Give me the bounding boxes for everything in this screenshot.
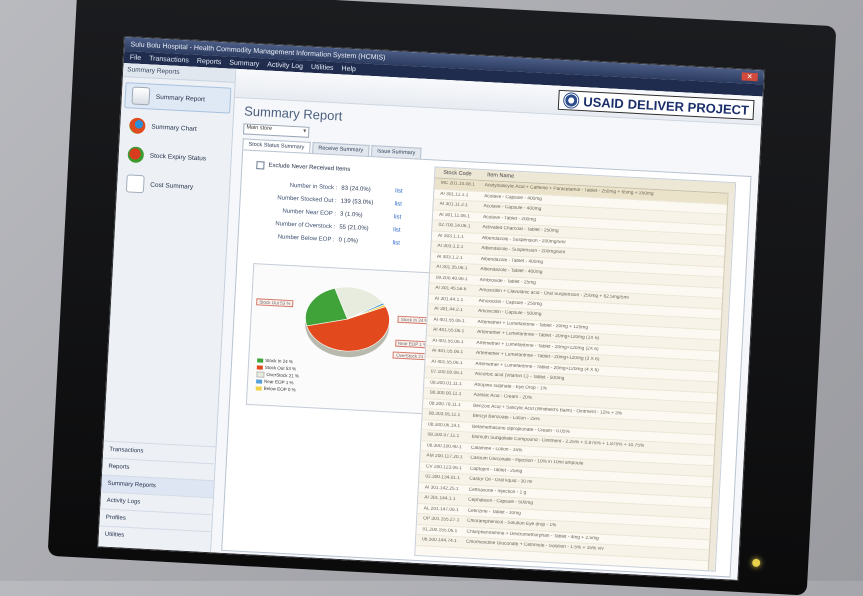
- nav-stock-expiry-label: Stock Expiry Status: [149, 152, 207, 162]
- nav-summary-chart[interactable]: Summary Chart: [123, 113, 230, 143]
- stock-code-cell: 08.303.05.11.1: [428, 411, 461, 419]
- stock-code-cell: 02.300.134.01.1: [425, 474, 461, 482]
- nav-stock-expiry[interactable]: Stock Expiry Status: [121, 142, 228, 172]
- usaid-text: USAID: [583, 93, 625, 111]
- main-content: USAID DELIVER PROJECT Summary Report Mai…: [211, 68, 763, 580]
- legend-item: Below EOP 0 %: [255, 384, 299, 393]
- cost-icon: [125, 174, 145, 194]
- col-item-name[interactable]: Item Name: [487, 172, 514, 179]
- pie-chart: [305, 286, 390, 358]
- usaid-seal-icon: [563, 92, 580, 109]
- legend-label: Below EOP 0 %: [263, 385, 296, 393]
- stock-status-panel: Exclude Never Received Items Number in S…: [221, 149, 752, 578]
- exclude-never-received[interactable]: Exclude Never Received Items: [256, 161, 350, 174]
- stock-code-cell: AI 303.1.2.1: [437, 243, 464, 251]
- menu-transactions[interactable]: Transactions: [149, 55, 189, 64]
- stat-label: Number Below EOP :: [277, 233, 335, 243]
- grid-rows: MC 201.10.08.1 Acetylsalicylic Acid + Caf…: [415, 178, 735, 562]
- stat-label: Number Stocked Out :: [277, 194, 337, 204]
- stat-value: 55 (21.0%): [339, 224, 369, 232]
- stat-list-link[interactable]: list: [394, 214, 402, 220]
- expiry-icon: [127, 146, 145, 164]
- pie-chart-box: Stock Out 53 % Stock In 24 % Near EOP 1 …: [245, 263, 440, 415]
- stock-code-cell: CV 200.123.06.1: [425, 464, 462, 472]
- stock-code-cell: AI 301.35.06.1: [436, 264, 468, 272]
- nav-summary-report-label: Summary Report: [155, 93, 206, 103]
- store-select[interactable]: Main store: [243, 123, 310, 138]
- stat-value: 3 (1.0%): [339, 211, 363, 219]
- stock-code-cell: AI 301.45.58.6: [435, 285, 467, 293]
- stat-label: Number Near EOP :: [282, 208, 337, 217]
- nav-cost-summary-label: Cost Summary: [150, 181, 194, 191]
- stock-code-cell: 08.300.144.74.1: [421, 537, 457, 545]
- stock-code-cell: AI 401.55.06.1: [432, 338, 464, 345]
- stat-list-link[interactable]: list: [392, 240, 400, 246]
- page-title: Summary Report: [243, 103, 343, 124]
- menu-activity-log[interactable]: Activity Log: [267, 61, 303, 70]
- chart-icon: [128, 117, 146, 135]
- stock-code-cell: 07.100.00.06.1: [430, 369, 463, 377]
- stock-code-cell: AI 301.142.25.1: [424, 485, 459, 492]
- app-window: Sulu Bolu Hospital - Health Commodity Ma…: [97, 36, 766, 581]
- stock-code-cell: 08.300.100.40.1: [426, 443, 462, 450]
- exclude-label: Exclude Never Received Items: [268, 162, 351, 174]
- power-led-icon: [752, 558, 761, 568]
- stat-value: 0 (.0%): [338, 237, 359, 245]
- stock-code-cell: AI 301.11.1.1: [440, 191, 469, 198]
- stock-code-cell: AI 401.55.06.1: [431, 359, 463, 366]
- stock-code-cell: 08.300.06.19.1: [427, 422, 461, 429]
- legend-swatch: [255, 386, 262, 391]
- stat-list-link[interactable]: list: [395, 188, 403, 194]
- stock-code-cell: 01.200.155.06.1: [422, 527, 458, 534]
- stock-code-cell: AI 401.55.06.1: [433, 317, 465, 324]
- stat-list-link[interactable]: list: [394, 201, 402, 207]
- menu-file[interactable]: File: [130, 54, 142, 62]
- stock-code-cell: AI 301.11.2.1: [439, 202, 468, 209]
- menu-summary[interactable]: Summary: [229, 59, 259, 68]
- stock-code-cell: 08.300.00.11.1: [429, 390, 462, 398]
- stat-label: Number in Stock :: [289, 182, 338, 191]
- stock-code-cell: AM 200.117.20.1: [426, 453, 463, 461]
- close-button[interactable]: ✕: [741, 72, 758, 82]
- legend-swatch: [256, 365, 263, 370]
- menu-reports[interactable]: Reports: [197, 57, 222, 65]
- stock-code-cell: 09.200.40.06.1: [435, 275, 468, 283]
- stock-code-cell: OP 301.155.27.1: [422, 516, 460, 524]
- stock-code-cell: AI 303.1.2.1: [436, 254, 463, 261]
- stat-value: 139 (53.0%): [340, 198, 374, 206]
- stock-code-cell: AI 301.144.1.1: [424, 495, 456, 503]
- nav-cost-summary[interactable]: Cost Summary: [120, 171, 227, 201]
- deliver-project-text: DELIVER PROJECT: [627, 95, 750, 118]
- nav-summary-report[interactable]: Summary Report: [124, 82, 232, 114]
- stock-stats: Number in Stock : 83 (24.0%) list Number…: [252, 177, 423, 251]
- stock-code-cell: 08.200.01.11.1: [430, 380, 463, 387]
- nav-summary-chart-label: Summary Chart: [151, 123, 197, 133]
- stock-code-cell: AL 201.147.06.1: [423, 506, 459, 513]
- legend-swatch: [256, 379, 263, 384]
- items-grid: Stock Code Item Name MC 201.10.08.1 Acety…: [414, 166, 737, 572]
- stock-code-cell: AI 303.1.1.1: [437, 233, 464, 240]
- stock-code-cell: AI 301.11.06.1: [438, 212, 471, 220]
- exclude-checkbox[interactable]: [256, 161, 265, 170]
- stock-code-cell: 08.300.07.11.1: [427, 432, 460, 440]
- menu-utilities[interactable]: Utilities: [311, 63, 334, 71]
- stock-code-cell: 08.300.79.11.1: [429, 401, 461, 408]
- report-icon: [131, 86, 151, 106]
- stock-code-cell: AI 401.55.06.1: [432, 327, 465, 335]
- stock-code-cell: AI 301.44.1.1: [434, 296, 464, 303]
- usaid-logo: USAID DELIVER PROJECT: [557, 89, 755, 121]
- legend-swatch: [257, 358, 264, 363]
- stock-code-cell: AI 401.55.06.1: [431, 348, 464, 356]
- stock-code-cell: MC 201.10.08.1: [440, 181, 475, 188]
- menu-help[interactable]: Help: [341, 65, 356, 73]
- module-tabs: Transactions Reports Summary Reports Act…: [98, 440, 216, 549]
- stock-code-cell: AI 301.44.2.1: [433, 306, 463, 314]
- stat-value: 83 (24.0%): [341, 185, 371, 193]
- stat-list-link[interactable]: list: [393, 227, 401, 233]
- stat-label: Number of Overstock :: [275, 220, 336, 230]
- chart-legend: Stock In 24 % Stock Out 53 % OverStock 2…: [255, 356, 300, 393]
- col-stock-code[interactable]: Stock Code: [435, 169, 487, 178]
- stock-code-cell: 02.700.14.06.1: [438, 222, 471, 230]
